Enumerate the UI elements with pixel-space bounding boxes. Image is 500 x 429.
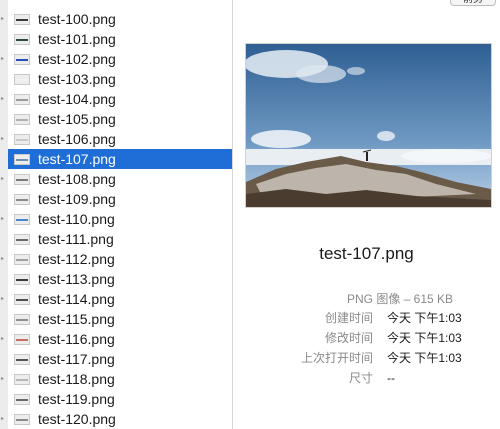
info-value: 今天 下午1:03: [387, 351, 462, 365]
file-list-item[interactable]: test-113.png: [8, 269, 232, 289]
info-row: 修改时间 今天 下午1:03: [273, 329, 493, 347]
info-label: 修改时间: [324, 331, 373, 345]
image-thumbnail-icon: [14, 93, 30, 105]
info-label: 创建时间: [324, 311, 373, 325]
file-list-item[interactable]: test-117.png: [8, 349, 232, 369]
disclosure-arrow-icon: ▸: [1, 336, 5, 342]
disclosure-arrow-icon: ▸: [1, 16, 5, 22]
top-toolbar-button[interactable]: 前剪: [450, 0, 496, 6]
image-thumbnail-icon: [14, 413, 30, 425]
file-list-item[interactable]: test-103.png: [8, 69, 232, 89]
image-thumbnail-icon: [14, 393, 30, 405]
preview-pane: test-107.png PNG 图像 – 615 KB 创建时间 今天 下午1:…: [233, 0, 500, 429]
file-list-item[interactable]: test-118.png: [8, 369, 232, 389]
image-thumbnail-icon: [14, 373, 30, 385]
disclosure-arrow-icon: ▸: [1, 56, 5, 62]
info-row: 尺寸 --: [273, 369, 493, 387]
image-thumbnail-icon: [14, 233, 30, 245]
preview-filename: test-107.png: [319, 244, 414, 263]
file-name: test-109.png: [38, 191, 116, 207]
file-list-item[interactable]: test-114.png: [8, 289, 232, 309]
file-name: test-103.png: [38, 71, 116, 87]
info-value: --: [387, 371, 395, 385]
image-thumbnail-icon: [14, 213, 30, 225]
image-thumbnail-icon: [14, 273, 30, 285]
file-name: test-120.png: [38, 411, 116, 427]
file-name: test-114.png: [38, 291, 115, 307]
file-list-item[interactable]: test-111.png: [8, 229, 232, 249]
file-name: test-100.png: [38, 11, 116, 27]
info-label: 上次打开时间: [300, 351, 373, 365]
info-row: 创建时间 今天 下午1:03: [273, 309, 493, 327]
image-thumbnail-icon: [14, 353, 30, 365]
disclosure-arrow-icon: ▸: [1, 136, 5, 142]
file-name: test-117.png: [38, 351, 115, 367]
file-list-item[interactable]: test-108.png: [8, 169, 232, 189]
image-thumbnail-icon: [14, 313, 30, 325]
disclosure-arrow-icon: ▸: [1, 216, 5, 222]
disclosure-arrow-icon: ▸: [1, 256, 5, 262]
image-thumbnail-icon: [14, 33, 30, 45]
file-name: test-111.png: [38, 231, 114, 247]
file-name: test-102.png: [38, 51, 116, 67]
file-name: test-108.png: [38, 171, 116, 187]
file-list-item[interactable]: test-104.png: [8, 89, 232, 109]
image-thumbnail-icon: [14, 73, 30, 85]
file-list[interactable]: test-100.png test-101.png test-102.png test…: [8, 0, 233, 429]
file-name: test-107.png: [38, 151, 116, 167]
file-name: test-105.png: [38, 111, 116, 127]
file-name: test-113.png: [38, 271, 115, 287]
image-thumbnail-icon: [14, 193, 30, 205]
file-list-item[interactable]: test-102.png: [8, 49, 232, 69]
file-name: test-101.png: [38, 31, 116, 47]
disclosure-arrow-icon: ▸: [1, 176, 5, 182]
file-list-item[interactable]: test-105.png: [8, 109, 232, 129]
image-thumbnail-icon: [14, 113, 30, 125]
file-list-item[interactable]: test-119.png: [8, 389, 232, 409]
image-thumbnail-icon: [14, 253, 30, 265]
file-list-item[interactable]: test-100.png: [8, 9, 232, 29]
file-name: test-106.png: [38, 131, 116, 147]
info-value: 今天 下午1:03: [387, 331, 462, 345]
image-thumbnail-icon: [14, 333, 30, 345]
file-list-item[interactable]: test-112.png: [8, 249, 232, 269]
image-thumbnail-icon: [14, 153, 30, 165]
file-list-item[interactable]: test-107.png: [8, 149, 232, 169]
image-thumbnail-icon: [14, 13, 30, 25]
disclosure-arrow-icon: ▸: [1, 376, 5, 382]
file-list-item[interactable]: test-109.png: [8, 189, 232, 209]
file-name: test-119.png: [38, 391, 115, 407]
landscape-photo-icon: [246, 44, 491, 207]
disclosure-arrow-icon: ▸: [1, 416, 5, 422]
file-list-item[interactable]: test-101.png: [8, 29, 232, 49]
file-kind-size: PNG 图像 – 615 KB: [347, 292, 454, 306]
image-thumbnail-icon: [14, 173, 30, 185]
file-name: test-104.png: [38, 91, 116, 107]
image-preview: [245, 43, 492, 208]
disclosure-arrow-icon: ▸: [1, 96, 5, 102]
file-name: test-110.png: [38, 211, 115, 227]
file-name: test-118.png: [38, 371, 115, 387]
image-thumbnail-icon: [14, 53, 30, 65]
info-value: 今天 下午1:03: [387, 311, 462, 325]
file-list-item[interactable]: test-120.png: [8, 409, 232, 429]
file-name: test-116.png: [38, 331, 115, 347]
file-list-item[interactable]: test-110.png: [8, 209, 232, 229]
image-thumbnail-icon: [14, 293, 30, 305]
image-thumbnail-icon: [14, 133, 30, 145]
file-list-item[interactable]: test-106.png: [8, 129, 232, 149]
disclosure-arrow-icon: ▸: [1, 296, 5, 302]
file-list-item[interactable]: test-116.png: [8, 329, 232, 349]
file-name: test-115.png: [38, 311, 115, 327]
file-list-item[interactable]: test-115.png: [8, 309, 232, 329]
info-row: 上次打开时间 今天 下午1:03: [273, 349, 493, 367]
left-edge-strip: ▸ ▸ ▸ ▸ ▸ ▸ ▸ ▸ ▸ ▸ ▸: [0, 0, 8, 429]
info-label: 尺寸: [348, 371, 373, 385]
file-name: test-112.png: [38, 251, 115, 267]
